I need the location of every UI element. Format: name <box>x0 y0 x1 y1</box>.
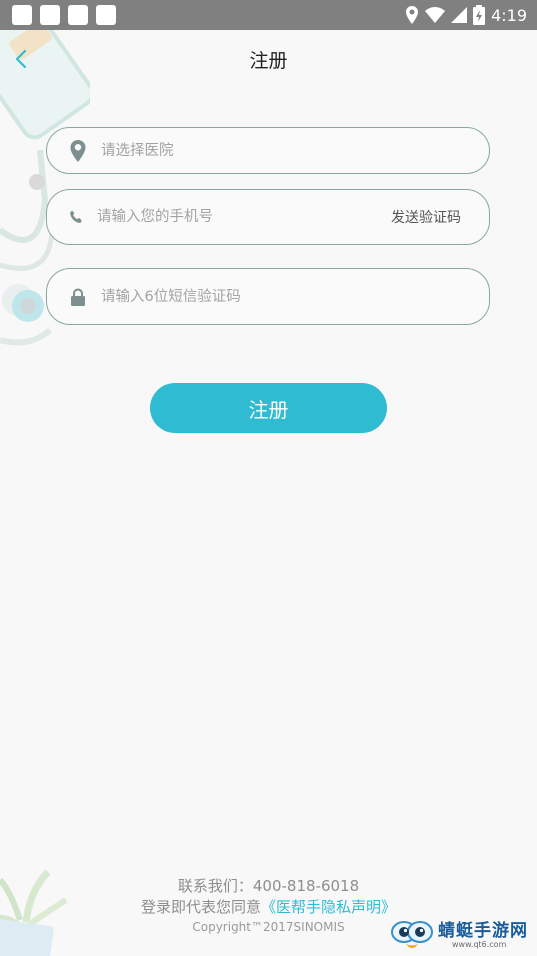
agreement-prefix: 登录即代表您同意 <box>140 898 261 916</box>
phone-input[interactable] <box>95 208 391 226</box>
watermark: 蜻蜓手游网 www.qt6.com <box>390 916 537 956</box>
notification-icon <box>68 5 88 25</box>
sms-code-field[interactable] <box>46 268 490 325</box>
battery-icon <box>473 5 486 25</box>
phone-field[interactable]: 发送验证码 <box>46 189 490 245</box>
header: 注册 <box>0 30 537 88</box>
hospital-input[interactable] <box>99 141 489 160</box>
cell-signal-icon <box>451 7 468 23</box>
phone-icon <box>65 210 87 225</box>
location-icon <box>405 6 419 24</box>
send-code-button[interactable]: 发送验证码 <box>391 207 461 227</box>
status-time: 4:19 <box>491 5 527 25</box>
watermark-url: www.qt6.com <box>452 940 507 949</box>
location-pin-icon <box>67 139 89 162</box>
notification-icon <box>40 5 60 25</box>
hospital-field[interactable] <box>46 127 490 174</box>
contact-info: 联系我们：400-818-6018 <box>177 877 360 895</box>
page-title: 注册 <box>249 50 288 72</box>
notification-icon <box>96 5 116 25</box>
wifi-icon <box>425 7 446 23</box>
sms-code-input[interactable] <box>99 287 489 306</box>
lock-icon <box>67 288 89 306</box>
register-button[interactable]: 注册 <box>150 383 387 433</box>
status-bar: 4:19 <box>0 0 537 30</box>
dragonfly-logo-icon <box>391 921 433 948</box>
notification-icon <box>12 5 32 25</box>
notification-icons <box>0 5 116 25</box>
privacy-policy-link[interactable]: 《医帮手隐私声明》 <box>261 898 396 916</box>
watermark-title: 蜻蜓手游网 <box>438 921 528 941</box>
agreement-text: 登录即代表您同意《医帮手隐私声明》 <box>0 896 537 918</box>
